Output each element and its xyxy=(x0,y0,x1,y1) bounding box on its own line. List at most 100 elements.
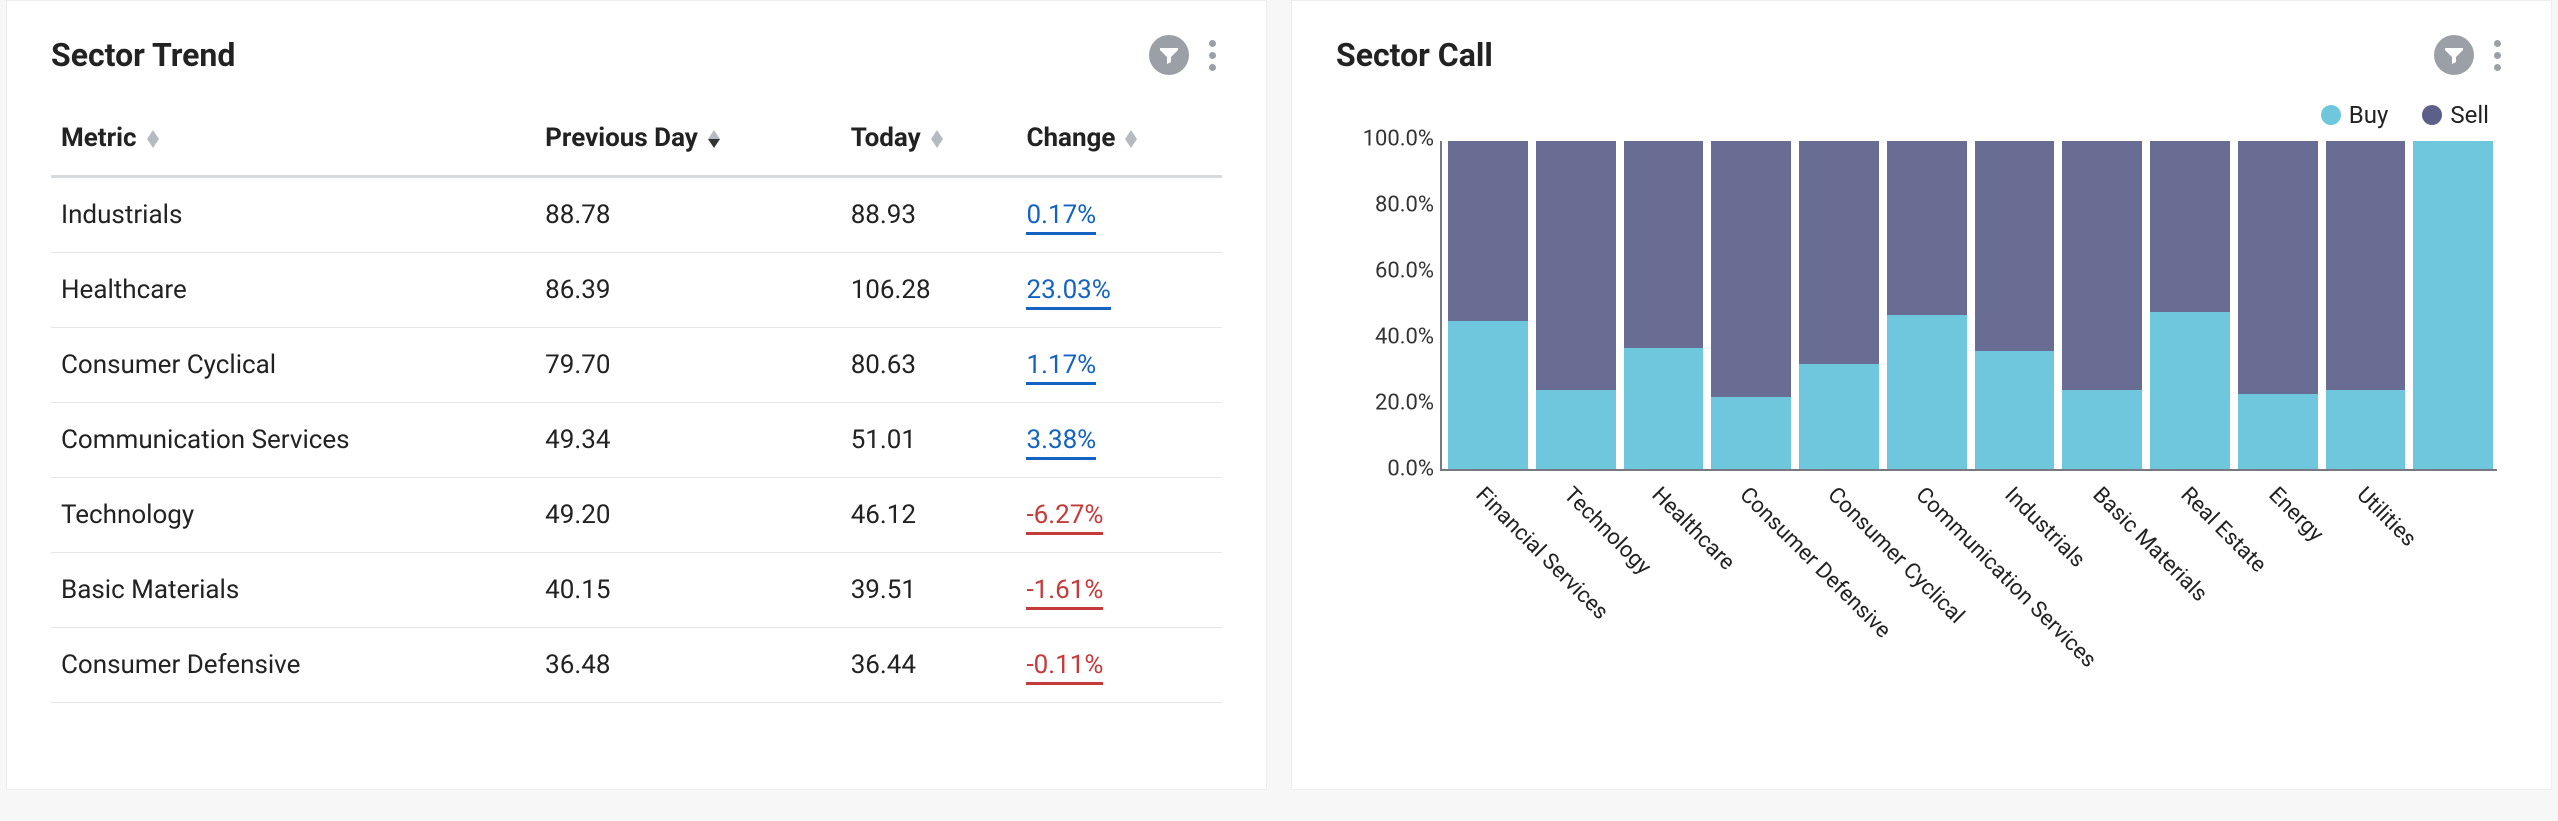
table-row: Healthcare86.39106.2823.03% xyxy=(51,253,1222,328)
sector-call-card: Sector Call Buy Sell xyxy=(1291,0,2552,790)
change-link[interactable]: -6.27% xyxy=(1026,500,1103,535)
table-row: Consumer Cyclical79.7080.631.17% xyxy=(51,328,1222,403)
y-tick-label: 40.0% xyxy=(1338,325,1434,350)
sector-trend-card: Sector Trend Metric Previous Day Today Chan… xyxy=(6,0,1267,790)
y-tick-label: 0.0% xyxy=(1338,457,1434,482)
change-link[interactable]: -1.61% xyxy=(1026,575,1103,610)
cell-previous: 88.78 xyxy=(535,177,841,253)
bar-segment-buy xyxy=(1448,321,1528,469)
table-row: Industrials88.7888.93 0.17% xyxy=(51,177,1222,253)
bar[interactable] xyxy=(1707,141,1795,469)
chart-plot-area: 0.0%20.0%40.0%60.0%80.0%100.0% xyxy=(1440,141,2497,471)
bar-segment-buy xyxy=(2326,390,2406,469)
bar-segment-sell xyxy=(2150,141,2230,312)
card-title: Sector Trend xyxy=(51,36,235,74)
cell-metric: Technology xyxy=(51,478,535,553)
bar[interactable] xyxy=(1883,141,1971,469)
bar[interactable] xyxy=(2234,141,2322,469)
change-link[interactable]: 3.38% xyxy=(1026,425,1096,460)
chart-legend: Buy Sell xyxy=(2321,101,2489,129)
legend-label: Sell xyxy=(2450,101,2489,129)
y-tick-label: 60.0% xyxy=(1338,259,1434,284)
legend-label: Buy xyxy=(2349,101,2389,129)
bar-segment-sell xyxy=(2326,141,2406,390)
change-link[interactable]: 0.17% xyxy=(1026,200,1096,235)
bar[interactable] xyxy=(2058,141,2146,469)
column-header-label: Today xyxy=(851,123,921,153)
bar-segment-buy xyxy=(1711,397,1791,469)
filter-icon xyxy=(1157,43,1181,67)
more-menu-button[interactable] xyxy=(2488,36,2507,75)
bar-segment-buy xyxy=(1536,390,1616,469)
cell-change: 23.03% xyxy=(1016,253,1222,328)
y-tick-label: 100.0% xyxy=(1338,127,1434,152)
sort-arrows-icon xyxy=(1125,130,1137,148)
sort-arrows-icon xyxy=(708,130,720,148)
legend-item-sell[interactable]: Sell xyxy=(2422,101,2489,129)
card-header: Sector Trend xyxy=(51,35,1222,75)
card-title: Sector Call xyxy=(1336,36,1493,74)
bar-segment-buy xyxy=(2150,312,2230,469)
bar[interactable] xyxy=(1795,141,1883,469)
bar-segment-sell xyxy=(1975,141,2055,351)
cell-today: 51.01 xyxy=(841,403,1017,478)
filter-icon xyxy=(2442,43,2466,67)
bar-segment-sell xyxy=(1536,141,1616,390)
bar-segment-sell xyxy=(1799,141,1879,364)
cell-change: 0.17% xyxy=(1016,177,1222,253)
cell-today: 46.12 xyxy=(841,478,1017,553)
cell-previous: 36.48 xyxy=(535,628,841,703)
more-menu-button[interactable] xyxy=(1203,36,1222,75)
change-link[interactable]: 1.17% xyxy=(1026,350,1096,385)
bar-segment-buy xyxy=(2062,390,2142,469)
cell-previous: 86.39 xyxy=(535,253,841,328)
bar-segment-buy xyxy=(1799,364,1879,469)
cell-metric: Communication Services xyxy=(51,403,535,478)
cell-change: -0.11% xyxy=(1016,628,1222,703)
cell-today: 39.51 xyxy=(841,553,1017,628)
bar-segment-sell xyxy=(1624,141,1704,348)
bar[interactable] xyxy=(2409,141,2497,469)
cell-metric: Industrials xyxy=(51,177,535,253)
cell-change: -1.61% xyxy=(1016,553,1222,628)
table-row: Consumer Defensive36.4836.44 -0.11% xyxy=(51,628,1222,703)
bar-segment-buy xyxy=(1887,315,1967,469)
column-header[interactable]: Change xyxy=(1016,101,1222,177)
bar[interactable] xyxy=(1620,141,1708,469)
bar-segment-sell xyxy=(2238,141,2318,394)
cell-metric: Consumer Defensive xyxy=(51,628,535,703)
bar[interactable] xyxy=(1971,141,2059,469)
cell-change: -6.27% xyxy=(1016,478,1222,553)
card-actions xyxy=(2434,35,2507,75)
bar-segment-buy xyxy=(2238,394,2318,469)
cell-change: 3.38% xyxy=(1016,403,1222,478)
legend-item-buy[interactable]: Buy xyxy=(2321,101,2389,129)
column-header[interactable]: Metric xyxy=(51,101,535,177)
bar[interactable] xyxy=(1444,141,1532,469)
cell-today: 36.44 xyxy=(841,628,1017,703)
cell-previous: 49.34 xyxy=(535,403,841,478)
cell-previous: 79.70 xyxy=(535,328,841,403)
cell-today: 106.28 xyxy=(841,253,1017,328)
change-link[interactable]: 23.03% xyxy=(1026,275,1110,310)
bar-segment-sell xyxy=(1448,141,1528,321)
cell-previous: 49.20 xyxy=(535,478,841,553)
swatch-sell-icon xyxy=(2422,105,2442,125)
bar[interactable] xyxy=(2322,141,2410,469)
bar-segment-sell xyxy=(2062,141,2142,390)
column-header[interactable]: Today xyxy=(841,101,1017,177)
card-header: Sector Call xyxy=(1336,35,2507,75)
filter-button[interactable] xyxy=(2434,35,2474,75)
column-header-label: Metric xyxy=(61,123,137,153)
cell-previous: 40.15 xyxy=(535,553,841,628)
cell-today: 88.93 xyxy=(841,177,1017,253)
filter-button[interactable] xyxy=(1149,35,1189,75)
column-header[interactable]: Previous Day xyxy=(535,101,841,177)
bar[interactable] xyxy=(2146,141,2234,469)
column-header-label: Change xyxy=(1026,123,1115,153)
cell-today: 80.63 xyxy=(841,328,1017,403)
change-link[interactable]: -0.11% xyxy=(1026,650,1103,685)
column-header-label: Previous Day xyxy=(545,123,698,153)
bar-segment-buy xyxy=(1975,351,2055,469)
bar[interactable] xyxy=(1532,141,1620,469)
